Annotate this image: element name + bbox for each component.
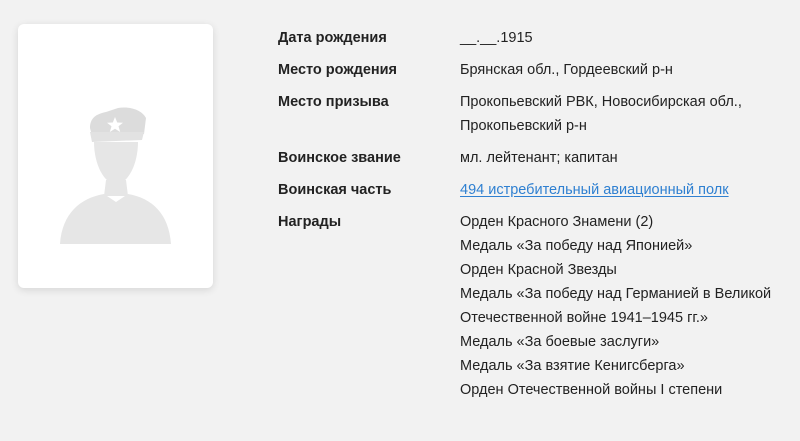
rank-value: мл. лейтенант; капитан	[460, 150, 618, 166]
rank-label: Воинское звание	[278, 150, 401, 166]
birth-place-label: Место рождения	[278, 62, 398, 78]
award-item: Орден Отечественной войны I степени	[460, 382, 723, 398]
award-item: Медаль «За взятие Кенигсберга»	[460, 358, 685, 374]
award-item: Медаль «За боевые заслуги»	[460, 334, 660, 350]
soldier-info-panel: Дата рождения __.__.1915 Место рождения …	[278, 26, 788, 410]
unit-row: Воинская часть 494 истребительный авиаци…	[278, 178, 788, 202]
birth-date-label: Дата рождения	[278, 30, 387, 46]
draft-place-row: Место призыва Прокопьевский РВК, Новосиб…	[278, 90, 788, 138]
award-item: Медаль «За победу над Японией»	[460, 238, 693, 254]
draft-place-label: Место призыва	[278, 94, 389, 110]
award-item: Медаль «За победу над Германией в Велико…	[460, 286, 772, 302]
birth-date-row: Дата рождения __.__.1915	[278, 26, 788, 50]
awards-label: Награды	[278, 214, 342, 230]
award-item: Орден Красного Знамени (2)	[460, 214, 654, 230]
birth-place-row: Место рождения Брянская обл., Гордеевски…	[278, 58, 788, 82]
photo-placeholder-card	[18, 24, 213, 288]
birth-date-value: __.__.1915	[460, 30, 533, 46]
unit-link[interactable]: 494 истребительный авиационный полк	[460, 182, 729, 198]
awards-row: Награды Орден Красного Знамени (2) Медал…	[278, 210, 788, 402]
soldier-silhouette-icon	[60, 107, 171, 244]
award-item: Отечественной войне 1941–1945 гг.»	[460, 310, 708, 326]
draft-place-line: Прокопьевский р-н	[460, 118, 587, 134]
unit-label: Воинская часть	[278, 182, 392, 198]
rank-row: Воинское звание мл. лейтенант; капитан	[278, 146, 788, 170]
awards-list: Орден Красного Знамени (2) Медаль «За по…	[460, 210, 788, 402]
draft-place-value: Прокопьевский РВК, Новосибирская обл., П…	[460, 90, 788, 138]
unit-value: 494 истребительный авиационный полк	[460, 178, 788, 202]
birth-place-value: Брянская обл., Гордеевский р-н	[460, 62, 673, 78]
draft-place-line: Прокопьевский РВК, Новосибирская обл.,	[460, 94, 742, 110]
award-item: Орден Красной Звезды	[460, 262, 617, 278]
